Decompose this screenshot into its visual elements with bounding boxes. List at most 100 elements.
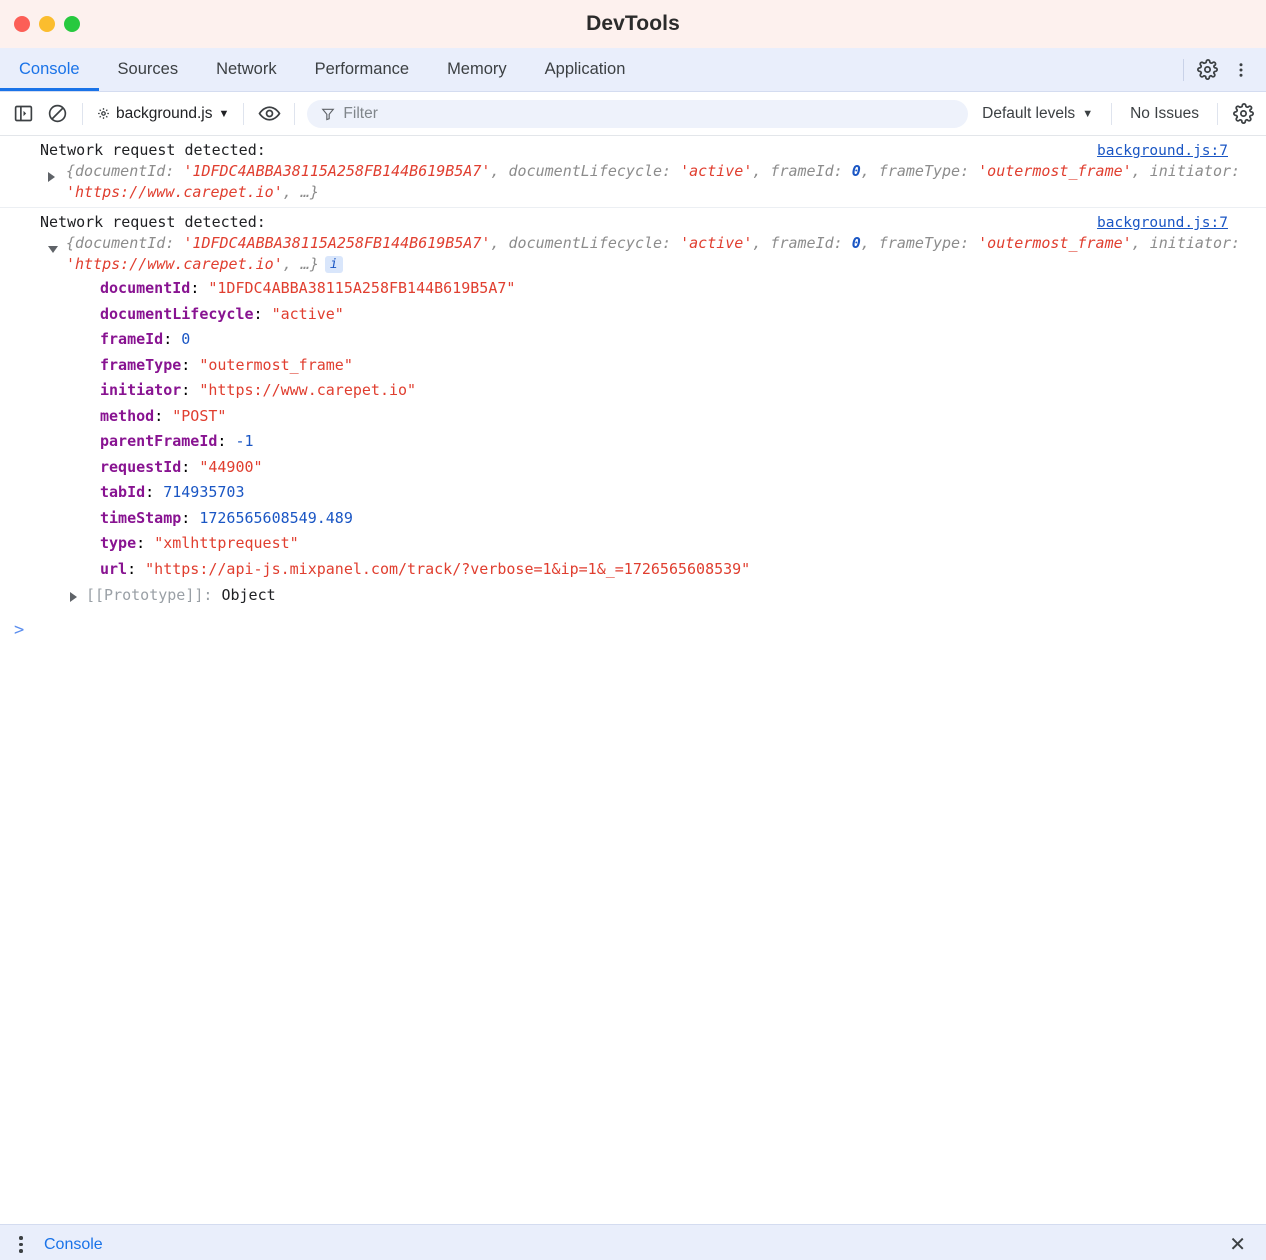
object-property-row[interactable]: type: "xmlhttprequest" [100, 531, 1266, 557]
log-levels-selector[interactable]: Default levels ▼ [972, 105, 1103, 123]
object-property-row[interactable]: requestId: "44900" [100, 455, 1266, 481]
object-preview-row[interactable]: {documentId: '1DFDC4ABBA38115A258FB144B6… [40, 233, 1266, 275]
eye-icon [258, 102, 281, 125]
source-link[interactable]: background.js:7 [1097, 213, 1228, 234]
drawer-bar: Console ✕ [0, 1224, 1266, 1260]
object-property-row[interactable]: tabId: 714935703 [100, 480, 1266, 506]
drawer-close-button[interactable]: ✕ [1219, 1235, 1256, 1255]
tab-console-label: Console [19, 60, 80, 78]
filter-input[interactable] [343, 104, 955, 123]
property-value: "xmlhttprequest" [154, 534, 299, 552]
property-key: requestId [100, 457, 182, 476]
chevron-down-icon: ▼ [1082, 107, 1094, 120]
object-property-row[interactable]: initiator: "https://www.carepet.io" [100, 378, 1266, 404]
object-property-row[interactable]: documentId: "1DFDC4ABBA38115A258FB144B61… [100, 276, 1266, 302]
sidebar-toggle-button[interactable] [6, 97, 40, 131]
property-value: "https://www.carepet.io" [199, 381, 417, 399]
object-property-row[interactable]: frameId: 0 [100, 327, 1266, 353]
object-property-row[interactable]: url: "https://api-js.mixpanel.com/track/… [100, 557, 1266, 583]
object-property-row[interactable]: method: "POST" [100, 404, 1266, 430]
property-key: documentId [100, 279, 191, 297]
tabstrip-actions [1177, 48, 1266, 91]
property-key: parentFrameId [100, 432, 218, 450]
divider [1183, 58, 1184, 81]
property-key: frameId [100, 330, 164, 348]
settings-button[interactable] [1190, 53, 1224, 87]
window-titlebar: DevTools [0, 0, 1266, 48]
log-message: Network request detected: [40, 213, 266, 231]
more-vertical-icon [1232, 61, 1250, 79]
object-property-row[interactable]: frameType: "outermost_frame" [100, 353, 1266, 379]
expand-triangle-icon[interactable] [48, 172, 55, 182]
tab-console[interactable]: Console [0, 48, 99, 91]
console-toolbar: background.js ▼ Default levels ▼ No Issu… [0, 92, 1266, 136]
console-log-entry[interactable]: background.js:7 Network request detected… [0, 208, 1266, 613]
property-key: timeStamp [100, 508, 182, 527]
tab-sources[interactable]: Sources [99, 48, 198, 91]
console-log-entry[interactable]: background.js:7 Network request detected… [0, 136, 1266, 208]
object-property-row[interactable]: documentLifecycle: "active" [100, 302, 1266, 328]
tab-application[interactable]: Application [526, 48, 645, 91]
property-value: 1726565608549.489 [199, 508, 353, 527]
tab-sources-label: Sources [117, 60, 179, 78]
prompt-chevron-icon: > [14, 620, 25, 640]
property-value: "POST" [172, 406, 227, 425]
divider [1111, 102, 1113, 125]
divider [243, 102, 245, 125]
gear-icon [1196, 59, 1218, 80]
prototype-label: [[Prototype]] [86, 586, 204, 604]
drawer-menu-button[interactable] [10, 1236, 32, 1253]
window-title: DevTools [586, 12, 680, 35]
property-value: "active" [271, 304, 344, 323]
property-value: 714935703 [163, 483, 245, 501]
property-value: "1DFDC4ABBA38115A258FB144B619B5A7" [208, 279, 516, 297]
log-message: Network request detected: [40, 141, 266, 159]
live-expression-button[interactable] [252, 97, 286, 131]
filter-box[interactable] [307, 99, 969, 128]
clear-console-icon [47, 103, 68, 124]
property-value: "https://api-js.mixpanel.com/track/?verb… [145, 559, 751, 578]
property-value: -1 [235, 432, 254, 450]
console-settings-button[interactable] [1226, 97, 1260, 131]
info-badge-icon[interactable]: i [324, 256, 343, 273]
object-preview-row[interactable]: {documentId: '1DFDC4ABBA38115A258FB144B6… [40, 161, 1266, 203]
tab-memory-label: Memory [447, 60, 507, 78]
property-key: method [100, 406, 155, 425]
expand-triangle-icon[interactable] [70, 592, 77, 602]
execution-context-selector[interactable]: background.js ▼ [91, 103, 235, 125]
divider [82, 102, 83, 125]
tab-network[interactable]: Network [197, 48, 296, 91]
tab-performance[interactable]: Performance [296, 48, 428, 91]
object-property-row[interactable]: timeStamp: 1726565608549.489 [100, 506, 1266, 532]
sidebar-toggle-icon [13, 103, 34, 124]
property-key: documentLifecycle [100, 304, 254, 323]
object-preview[interactable]: {documentId: '1DFDC4ABBA38115A258FB144B6… [66, 162, 1240, 201]
console-log-area[interactable]: background.js:7 Network request detected… [0, 136, 1266, 1224]
prototype-row[interactable]: [[Prototype]]: Object [40, 583, 1266, 609]
issues-counter[interactable]: No Issues [1120, 105, 1209, 123]
tab-memory[interactable]: Memory [428, 48, 526, 91]
gear-small-icon [97, 107, 110, 120]
console-prompt-row[interactable]: > [0, 613, 1266, 649]
more-options-button[interactable] [1224, 53, 1258, 87]
property-key: frameType [100, 355, 182, 374]
tab-application-label: Application [544, 60, 626, 78]
property-value: 0 [181, 330, 191, 348]
tab-performance-label: Performance [314, 60, 410, 78]
object-preview[interactable]: {documentId: '1DFDC4ABBA38115A258FB144B6… [66, 234, 1240, 273]
collapse-triangle-icon[interactable] [48, 246, 58, 253]
source-link[interactable]: background.js:7 [1097, 141, 1228, 162]
property-key: tabId [100, 483, 146, 501]
issues-label: No Issues [1130, 104, 1199, 122]
devtools-tabstrip: Console Sources Network Performance Memo… [0, 48, 1266, 92]
drawer-tab-console[interactable]: Console [44, 1236, 103, 1254]
property-value: "44900" [199, 457, 263, 476]
property-key: url [100, 559, 128, 578]
object-property-row[interactable]: parentFrameId: -1 [100, 429, 1266, 455]
prototype-value: Object [221, 586, 276, 604]
log-levels-label: Default levels [982, 104, 1076, 122]
filter-funnel-icon [321, 107, 335, 121]
clear-console-button[interactable] [40, 97, 74, 131]
object-properties-list: documentId: "1DFDC4ABBA38115A258FB144B61… [40, 276, 1266, 582]
divider [294, 102, 296, 125]
